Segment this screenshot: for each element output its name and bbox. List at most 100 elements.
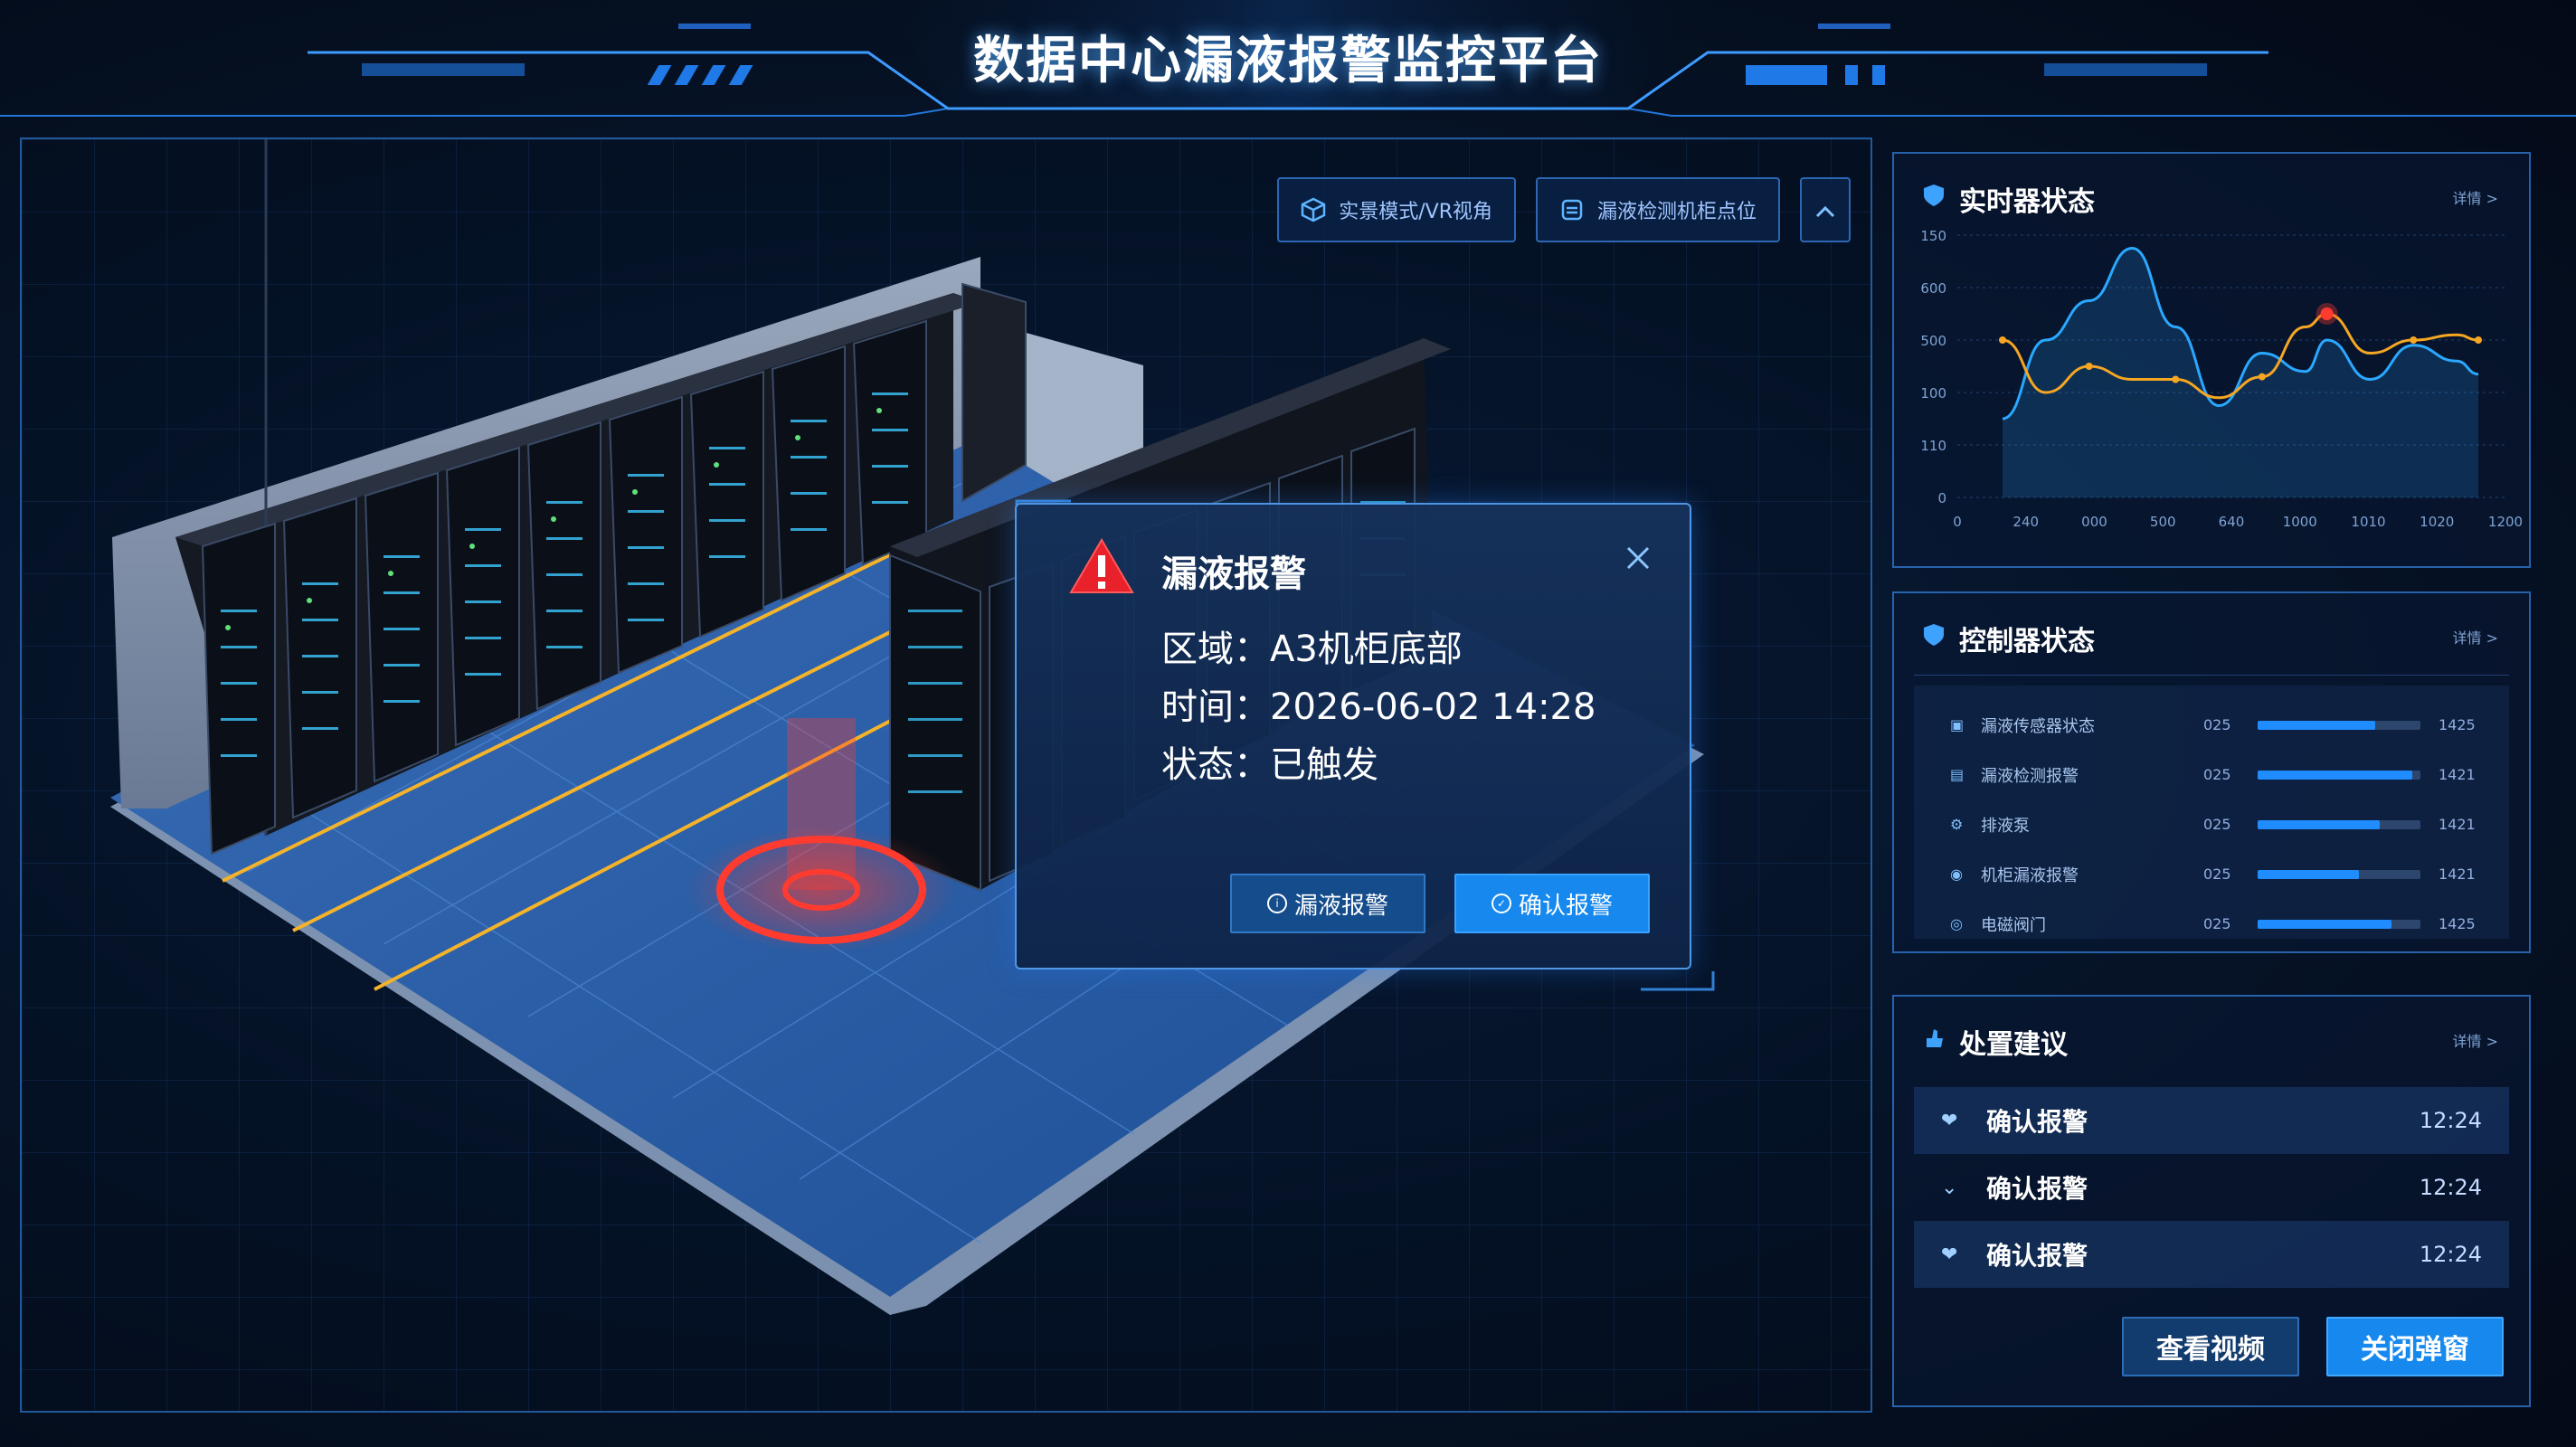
shield-icon: [1921, 183, 1946, 215]
details-link[interactable]: 详情 >: [2453, 186, 2499, 208]
view-mode-button[interactable]: 实景模式/VR视角: [1277, 177, 1516, 242]
y-tick-label: 500: [1920, 333, 1946, 349]
controller-row[interactable]: ◉ 机柜漏液报警 025 1421: [1914, 849, 2509, 899]
x-tick-label: 000: [2081, 514, 2107, 530]
valve-icon: ◎: [1950, 915, 1963, 932]
hand-icon: [1921, 1026, 1946, 1058]
advice-name: 确认报警: [1986, 1174, 2088, 1204]
line-chart[interactable]: 0 110 100 500 600 150 0 240 000 500 640 1000 1010 102…: [1894, 217, 2533, 561]
controller-value: 025: [2203, 865, 2231, 883]
data-point: [1999, 336, 2006, 344]
controller-row[interactable]: ▤ 漏液检测报警 025 1421: [1914, 750, 2509, 799]
confirm-alarm-button[interactable]: ✓ 确认报警: [1454, 874, 1650, 933]
y-tick-label: 100: [1920, 385, 1946, 402]
x-tick-label: 0: [1953, 514, 1962, 530]
x-tick-label: 1020: [2420, 514, 2454, 530]
scene-toolbar: 实景模式/VR视角 漏液检测机柜点位: [1277, 177, 1851, 242]
y-tick-label: 110: [1920, 438, 1946, 454]
controller-row[interactable]: ▣ 漏液传感器状态 025 1425: [1914, 700, 2509, 750]
controller-progress: [2258, 819, 2420, 829]
view-video-button[interactable]: 查看视频: [2122, 1317, 2299, 1376]
controller-row[interactable]: ◎ 电磁阀门 025 1425: [1914, 899, 2509, 949]
controller-time: 1421: [2439, 865, 2476, 883]
panel-header: 实时器状态: [1921, 179, 2095, 219]
controller-name: 电磁阀门: [1981, 915, 2046, 935]
alarm-time: 时间：2026-06-02 14:28: [1161, 686, 1596, 728]
data-point: [2172, 375, 2180, 383]
controller-value: 025: [2203, 716, 2231, 733]
controller-progress: [2258, 919, 2420, 929]
controller-name: 漏液传感器状态: [1981, 716, 2095, 736]
details-link[interactable]: 详情 >: [2453, 626, 2499, 648]
controller-progress: [2258, 770, 2420, 780]
advice-time: 12:24: [2419, 1175, 2482, 1200]
sensor-icon: ▣: [1950, 716, 1965, 733]
data-point: [2258, 373, 2266, 381]
collapse-button[interactable]: [1800, 177, 1851, 242]
close-icon[interactable]: [1624, 539, 1652, 581]
gear-icon: ⚙: [1950, 816, 1964, 833]
alarm-status: 状态：已触发: [1161, 744, 1378, 786]
controller-progress: [2258, 720, 2420, 730]
shield-icon: [1921, 622, 1946, 655]
alarm-title: 漏液报警: [1161, 553, 1306, 595]
controller-row[interactable]: ⚙ 排液泵 025 1421: [1914, 799, 2509, 849]
y-tick-label: 0: [1937, 490, 1946, 506]
close-popup-button[interactable]: 关闭弹窗: [2326, 1317, 2504, 1376]
leak-alarm-button[interactable]: i 漏液报警: [1230, 874, 1425, 933]
x-tick-label: 1000: [2283, 514, 2317, 530]
advice-name: 确认报警: [1986, 1241, 2088, 1271]
header-bar: 数据中心漏液报警监控平台: [0, 0, 2576, 127]
leak-alarm-button-label: 漏液报警: [1293, 892, 1388, 920]
rack-points-label: 漏液检测机柜点位: [1596, 201, 1757, 223]
x-tick-label: 1010: [2351, 514, 2385, 530]
alarm-area: 区域：A3机柜底部: [1161, 629, 1463, 670]
check-icon: ✓: [1491, 894, 1511, 913]
cube-icon: [1301, 197, 1326, 222]
data-point: [2475, 336, 2482, 344]
controller-value: 025: [2203, 915, 2231, 932]
advice-row[interactable]: ❤ 确认报警 12:24: [1914, 1221, 2509, 1288]
controller-name: 机柜漏液报警: [1981, 865, 2079, 885]
chevron-down-icon: ⌄: [1941, 1176, 1958, 1199]
warning-icon: [1069, 537, 1134, 599]
location-icon: ◉: [1950, 865, 1963, 883]
controller-time: 1421: [2439, 766, 2476, 783]
advice-time: 12:24: [2419, 1242, 2482, 1267]
alarm-marker: [2320, 307, 2334, 320]
advice-list: ❤ 确认报警 12:24 ⌄ 确认报警 12:24 ❤ 确认报警 12:24: [1914, 1087, 2509, 1288]
advice-row[interactable]: ⌄ 确认报警 12:24: [1914, 1154, 2509, 1221]
alarm-details: 区域：A3机柜底部 时间：2026-06-02 14:28 状态：已触发: [1161, 620, 1596, 794]
y-tick-label: 600: [1920, 280, 1946, 297]
details-link[interactable]: 详情 >: [2453, 1029, 2499, 1051]
confirm-alarm-button-label: 确认报警: [1518, 892, 1613, 920]
rack-points-button[interactable]: 漏液检测机柜点位: [1535, 177, 1780, 242]
panel-header: 处置建议: [1921, 1022, 2068, 1062]
heart-icon: ❤: [1941, 1243, 1958, 1266]
panel-header: 控制器状态: [1921, 619, 2095, 658]
controller-list: ▣ 漏液传感器状态 025 1425 ▤ 漏液检测报警 025 1421 ⚙ 排…: [1914, 686, 2509, 939]
data-point: [2085, 363, 2093, 370]
controller-time: 1425: [2439, 716, 2476, 733]
advice-row[interactable]: ❤ 确认报警 12:24: [1914, 1087, 2509, 1154]
alarm-icon: ▤: [1950, 766, 1965, 783]
chevron-up-icon: [1814, 194, 1836, 226]
controller-name: 漏液检测报警: [1981, 766, 2079, 786]
database-icon: [1559, 197, 1585, 222]
panel-title: 处置建议: [1959, 1029, 2068, 1061]
divider: [1914, 675, 2509, 676]
advice-time: 12:24: [2419, 1108, 2482, 1133]
info-icon: i: [1266, 894, 1287, 913]
advice-name: 确认报警: [1986, 1107, 2088, 1137]
controller-value: 025: [2203, 816, 2231, 833]
data-point: [2410, 336, 2418, 344]
view-mode-label: 实景模式/VR视角: [1339, 201, 1492, 223]
controller-time: 1425: [2439, 915, 2476, 932]
advice-actions: 查看视频 关闭弹窗: [2122, 1317, 2504, 1376]
controller-progress: [2258, 869, 2420, 879]
x-tick-label: 240: [2012, 514, 2039, 530]
y-tick-label: 150: [1920, 228, 1946, 244]
panel-title: 控制器状态: [1959, 626, 2095, 657]
controller-status-panel: 控制器状态 详情 > ▣ 漏液传感器状态 025 1425 ▤ 漏液检测报警 0…: [1892, 591, 2531, 953]
leak-alarm-dialog[interactable]: 漏液报警 区域：A3机柜底部 时间：2026-06-02 14:28 状态：已触…: [1015, 503, 1691, 969]
